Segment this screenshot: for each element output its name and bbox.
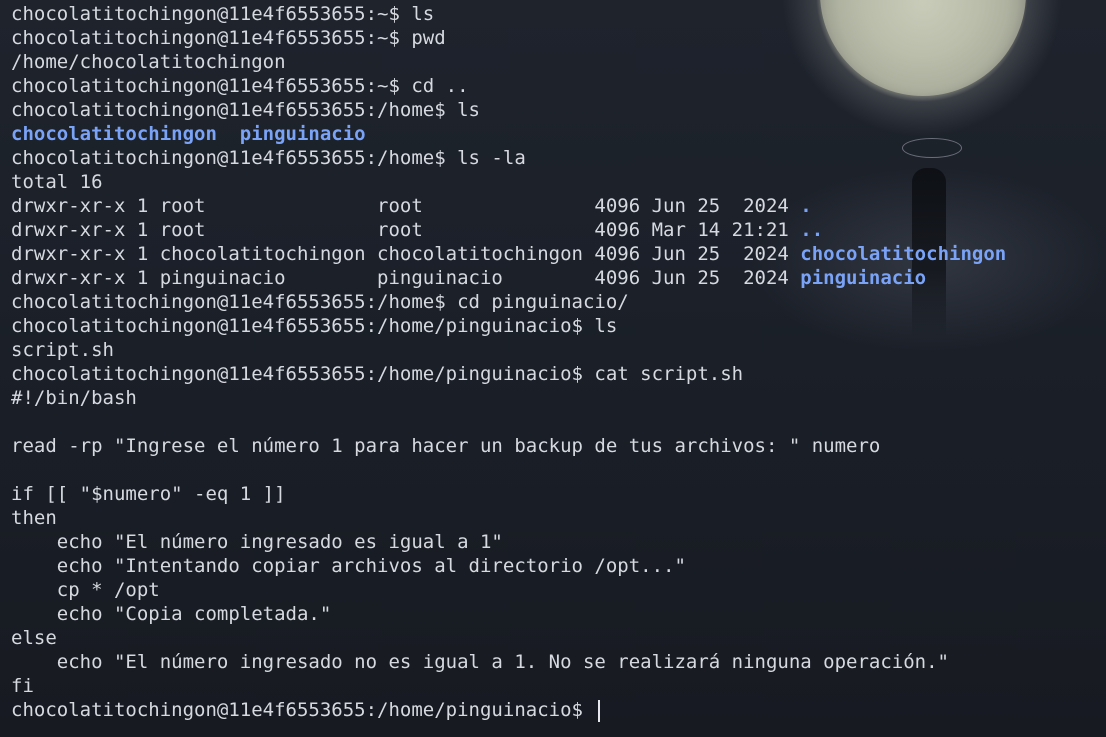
script-line: then	[11, 507, 57, 529]
prompt-line[interactable]: chocolatitochingon@11e4f6553655:/home/pi…	[11, 698, 1106, 722]
terminal-line: chocolatitochingon@11e4f6553655:/home$ l…	[11, 99, 480, 121]
ls-output-line: chocolatitochingon pinguinacio	[11, 122, 1106, 146]
ls-la-meta: drwxr-xr-x 1 root root 4096 Jun 25 2024	[11, 195, 801, 217]
script-line: read -rp "Ingrese el número 1 para hacer…	[11, 435, 881, 457]
ls-la-row: drwxr-xr-x 1 chocolatitochingon chocolat…	[11, 242, 1106, 266]
script-line: echo "El número ingresado es igual a 1"	[11, 531, 503, 553]
terminal-line: chocolatitochingon@11e4f6553655:/home/pi…	[11, 363, 744, 385]
terminal-line: /home/chocolatitochingon	[11, 51, 286, 73]
terminal-line: chocolatitochingon@11e4f6553655:/home$ l…	[11, 147, 526, 169]
terminal-line: chocolatitochingon@11e4f6553655:/home$ c…	[11, 291, 629, 313]
dir-entry: pinguinacio	[239, 123, 366, 145]
terminal-line: total 16	[11, 171, 103, 193]
script-line: echo "Intentando copiar archivos al dire…	[11, 555, 686, 577]
script-line	[11, 410, 1106, 434]
text-cursor[interactable]	[598, 699, 601, 722]
ls-la-row: drwxr-xr-x 1 root root 4096 Mar 14 21:21…	[11, 218, 1106, 242]
ls-la-row: drwxr-xr-x 1 pinguinacio pinguinacio 409…	[11, 266, 1106, 290]
terminal-line: chocolatitochingon@11e4f6553655:~$ cd ..	[11, 75, 469, 97]
ls-la-meta: drwxr-xr-x 1 chocolatitochingon chocolat…	[11, 243, 801, 265]
terminal-line: chocolatitochingon@11e4f6553655:~$ ls	[11, 3, 435, 25]
script-line: fi	[11, 675, 34, 697]
terminal-line: chocolatitochingon@11e4f6553655:~$ pwd	[11, 27, 446, 49]
script-line	[11, 458, 1106, 482]
dir-entry: chocolatitochingon	[11, 123, 217, 145]
script-line: cp * /opt	[11, 579, 160, 601]
script-line: else	[11, 627, 57, 649]
shell-prompt: chocolatitochingon@11e4f6553655:/home/pi…	[11, 699, 595, 721]
script-line: if [[ "$numero" -eq 1 ]]	[11, 483, 286, 505]
ls-la-meta: drwxr-xr-x 1 pinguinacio pinguinacio 409…	[11, 267, 801, 289]
dir-entry: pinguinacio	[800, 267, 927, 289]
dir-entry: .	[800, 195, 812, 217]
terminal-line: script.sh	[11, 339, 114, 361]
dir-entry: ..	[800, 219, 824, 241]
terminal-window[interactable]: chocolatitochingon@11e4f6553655:~$ ls ch…	[0, 0, 1106, 737]
dir-entry: chocolatitochingon	[800, 243, 1007, 265]
script-line: echo "El número ingresado no es igual a …	[11, 651, 949, 673]
terminal-line: chocolatitochingon@11e4f6553655:/home/pi…	[11, 315, 618, 337]
script-line: echo "Copia completada."	[11, 603, 332, 625]
ls-la-row: drwxr-xr-x 1 root root 4096 Jun 25 2024 …	[11, 194, 1106, 218]
ls-la-meta: drwxr-xr-x 1 root root 4096 Mar 14 21:21	[11, 219, 801, 241]
script-line: #!/bin/bash	[11, 387, 137, 409]
